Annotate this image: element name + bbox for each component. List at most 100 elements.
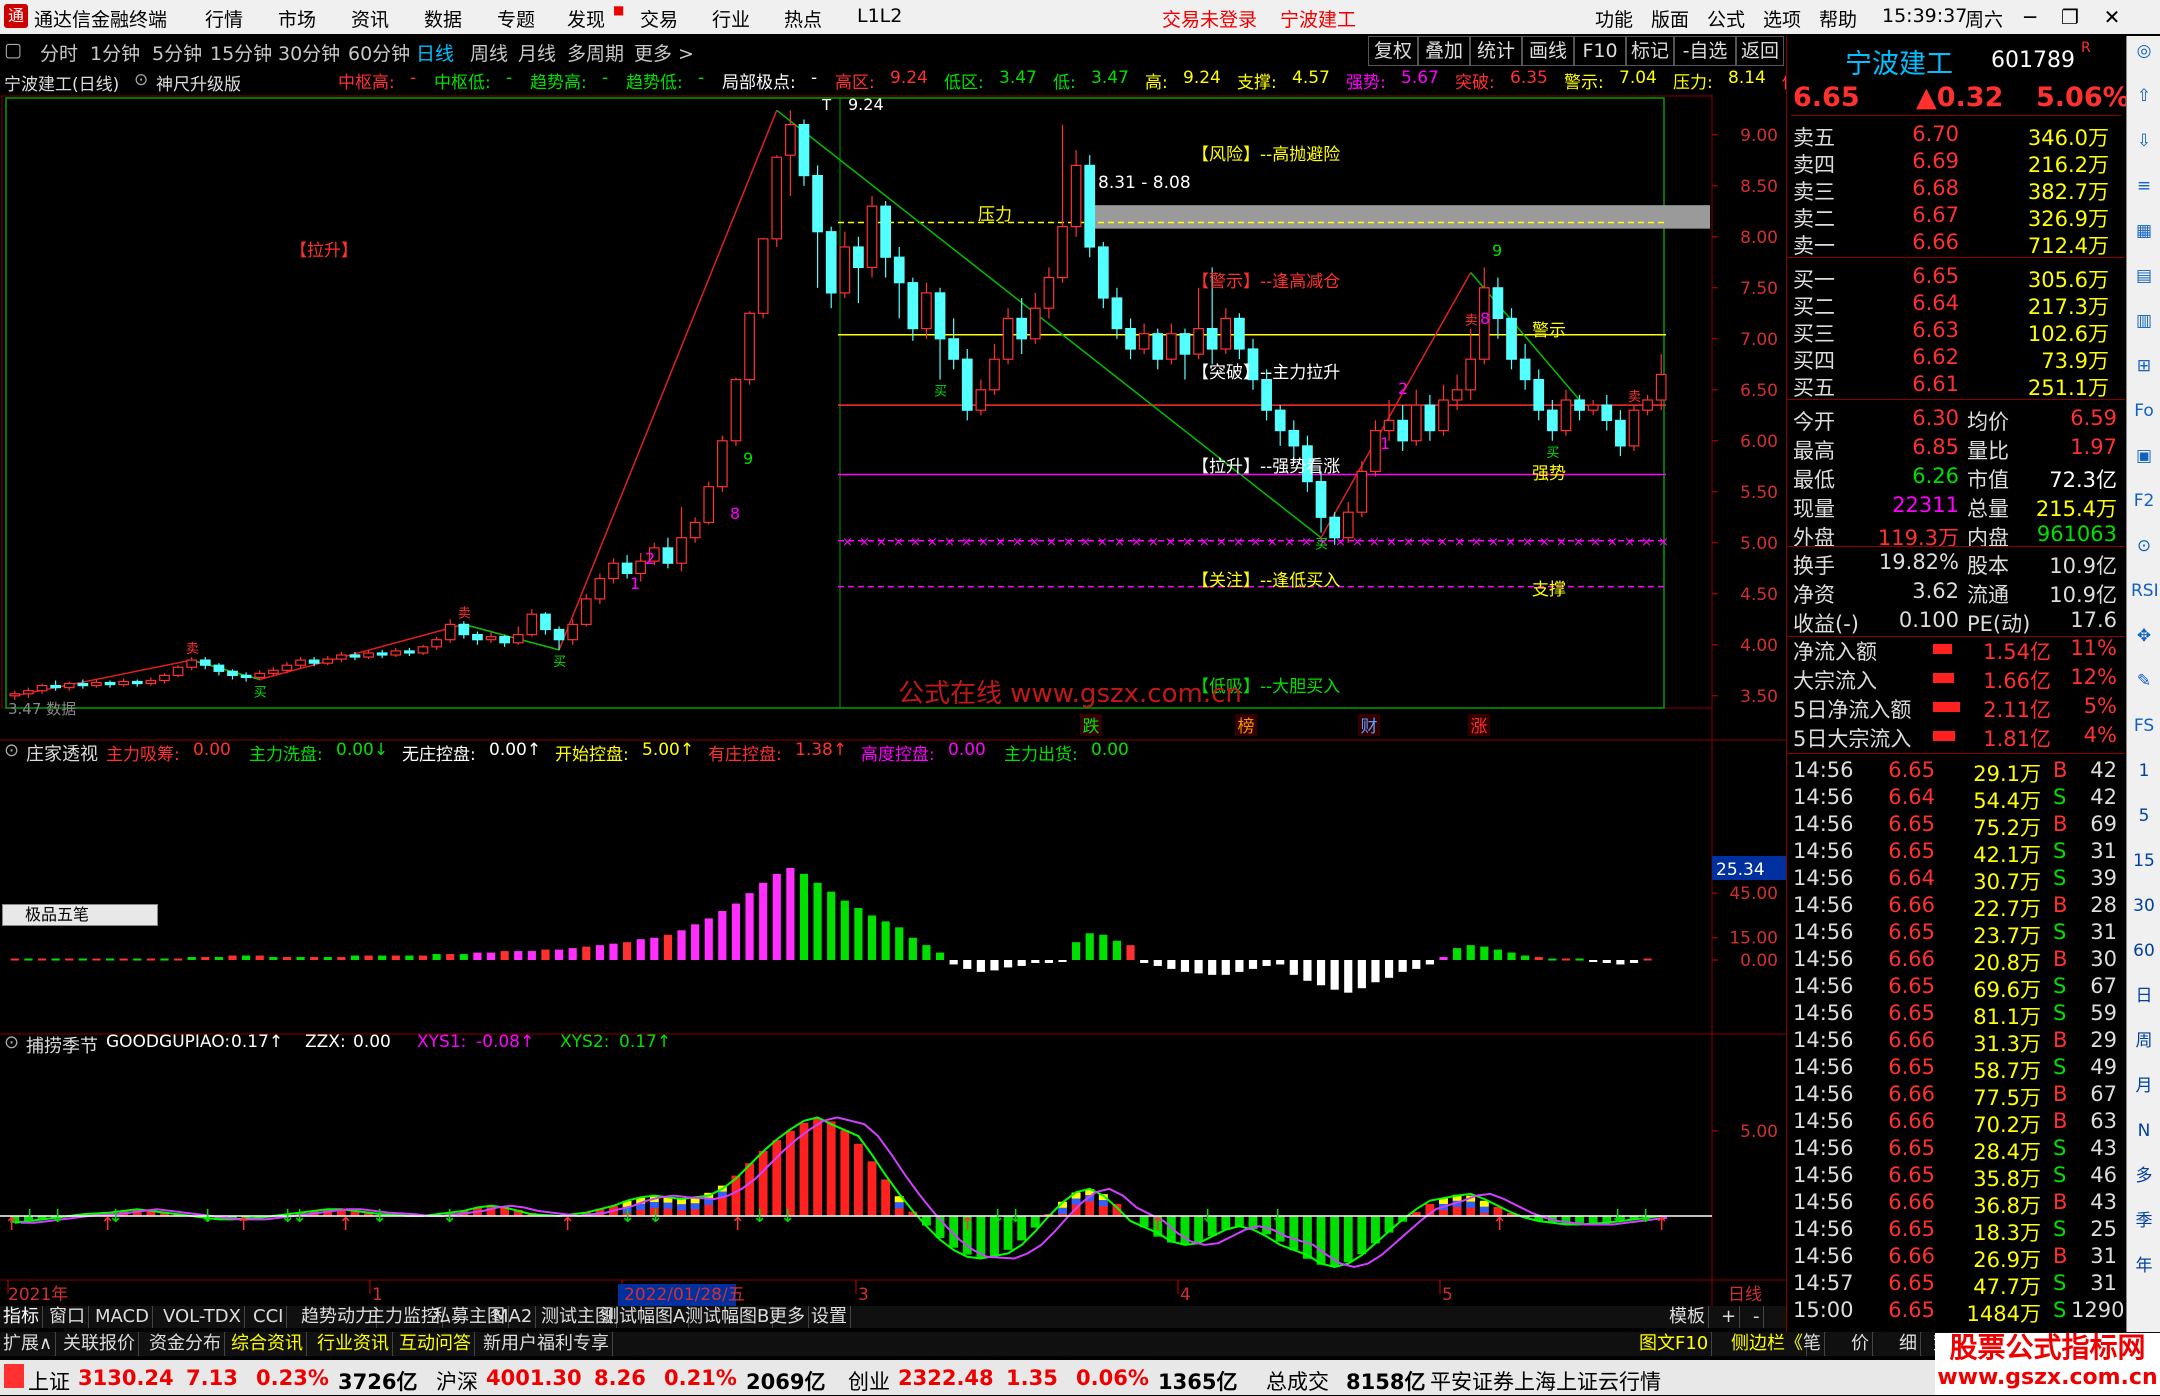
extension-tab[interactable]: 关联报价 [60, 1332, 139, 1356]
toolstrip-icon[interactable]: F2 [2131, 488, 2157, 514]
toolstrip-icon[interactable]: 日 [2131, 983, 2157, 1009]
indicator-tab[interactable]: 测试幅图B [682, 1306, 774, 1328]
toolstrip-icon[interactable]: ≡ [2131, 173, 2157, 199]
sub1-settings-icon[interactable]: ⊙ [4, 740, 19, 761]
menu-quotes[interactable]: 行情 [205, 5, 243, 32]
extension-tab[interactable]: 新用户福利专享 [480, 1332, 613, 1356]
indicator-tab[interactable]: CCI [250, 1306, 288, 1328]
menu-discover[interactable]: 发现 [567, 5, 605, 32]
indicator-tab[interactable]: 窗口 [46, 1306, 89, 1328]
template-control[interactable]: + [1718, 1306, 1741, 1328]
indicator-tab[interactable]: 设置 [808, 1306, 851, 1328]
toolstrip-icon[interactable]: 月 [2131, 1073, 2157, 1099]
toolstrip-icon[interactable]: 年 [2131, 1253, 2157, 1279]
tab-period-weekly[interactable]: 周线 [470, 39, 508, 66]
menu-help[interactable]: 帮助 [1819, 5, 1857, 32]
tab-period-intraday[interactable]: 分时 [40, 39, 78, 66]
menu-topics[interactable]: 专题 [497, 5, 535, 32]
toolstrip-icon[interactable]: ⇧ [2131, 83, 2157, 109]
menu-data[interactable]: 数据 [424, 5, 462, 32]
toolstrip-icon[interactable]: ⇩ [2131, 128, 2157, 154]
toolstrip-icon[interactable]: 60 [2131, 938, 2157, 964]
minimize-icon[interactable]: ─ [2010, 2, 2050, 32]
menu-hot[interactable]: 热点 [784, 5, 822, 32]
toolstrip-icon[interactable]: ✥ [2131, 623, 2157, 649]
tab-period-multi[interactable]: 多周期 [567, 39, 624, 66]
back-button[interactable]: 返回 [1736, 36, 1784, 66]
toolstrip-icon[interactable]: RSI [2131, 578, 2159, 604]
toolstrip-icon[interactable]: 季 [2131, 1208, 2157, 1234]
extension-tab[interactable]: 互动问答 [396, 1332, 475, 1356]
stats-button[interactable]: 统计 [1470, 36, 1522, 66]
tab-period-5min[interactable]: 5分钟 [152, 39, 202, 66]
toolstrip-icon[interactable]: ◎ [2131, 38, 2157, 64]
overlay-button[interactable]: 叠加 [1418, 36, 1470, 66]
toolstrip-icon[interactable]: ✎ [2131, 668, 2157, 694]
side-tab[interactable]: 笔 [1800, 1332, 1825, 1356]
indicator-tab[interactable]: MA2 [490, 1306, 537, 1328]
toolstrip-icon[interactable]: 周 [2131, 1028, 2157, 1054]
sub2-title[interactable]: 捕捞季节 [26, 1032, 98, 1058]
toolstrip-icon[interactable]: 1 [2131, 758, 2157, 784]
toolstrip-icon[interactable]: ▦ [2131, 218, 2157, 244]
restore-icon[interactable]: ❐ [2050, 2, 2090, 32]
formula-dropdown-icon[interactable]: ⊙ [134, 70, 148, 90]
toolstrip-icon[interactable]: ▤ [2131, 263, 2157, 289]
extension-tab[interactable]: 扩展∧ [0, 1332, 57, 1356]
menu-layout[interactable]: 版面 [1651, 5, 1689, 32]
menu-l1l2[interactable]: L1L2 [857, 5, 902, 27]
tab-period-15min[interactable]: 15分钟 [210, 39, 272, 66]
extension-tab[interactable]: 资金分布 [146, 1332, 225, 1356]
menu-function[interactable]: 功能 [1595, 5, 1633, 32]
indicator-tab[interactable]: VOL-TDX [160, 1306, 245, 1328]
side-tab[interactable]: 细 [1896, 1332, 1921, 1356]
toolstrip-icon[interactable]: 多 [2131, 1163, 2157, 1189]
extension-tab[interactable]: 行业资讯 [314, 1332, 393, 1356]
menu-news[interactable]: 资讯 [351, 5, 389, 32]
side-tab[interactable]: 价 [1848, 1332, 1873, 1356]
close-icon[interactable]: ✕ [2092, 2, 2132, 32]
toolstrip-icon[interactable]: ▣ [2131, 443, 2157, 469]
chart-settings-icon[interactable]: ▢ [4, 39, 22, 61]
fuquan-button[interactable]: 复权 [1368, 36, 1418, 66]
sub2-settings-icon[interactable]: ⊙ [4, 1032, 19, 1053]
menu-options[interactable]: 选项 [1763, 5, 1801, 32]
toolstrip-icon[interactable]: Fo [2131, 398, 2157, 424]
side-tab[interactable]: 侧边栏《 [1728, 1332, 1807, 1356]
toolstrip-icon[interactable]: N [2131, 1118, 2157, 1144]
index-name[interactable]: 创业 [848, 1366, 890, 1396]
toolstrip-icon[interactable]: FS [2131, 713, 2157, 739]
template-control[interactable]: 模板 [1666, 1306, 1709, 1328]
indicator-tab[interactable]: MACD [92, 1306, 153, 1328]
sub1-title[interactable]: 庄家透视 [26, 740, 98, 766]
menu-market[interactable]: 市场 [278, 5, 316, 32]
template-control[interactable]: - [1750, 1306, 1764, 1328]
f10-button[interactable]: F10 [1574, 36, 1626, 66]
toolstrip-icon[interactable]: 5 [2131, 803, 2157, 829]
toolstrip-icon[interactable]: ⊞ [2131, 353, 2157, 379]
mark-button[interactable]: 标记 [1626, 36, 1674, 66]
index-name[interactable]: 上证 [28, 1366, 70, 1396]
remove-favorite-button[interactable]: -自选 [1674, 36, 1736, 66]
indicator-tab[interactable]: 测试幅图A [598, 1306, 690, 1328]
indicator-tab[interactable]: 更多 [766, 1306, 809, 1328]
extension-tab[interactable]: 综合资讯 [228, 1332, 307, 1356]
tab-period-1min[interactable]: 1分钟 [90, 39, 140, 66]
toolstrip-icon[interactable]: ▥ [2131, 308, 2157, 334]
login-status[interactable]: 交易未登录 [1162, 5, 1257, 32]
ime-toolbar[interactable]: 极品五笔 [2, 904, 158, 926]
tab-period-daily[interactable]: 日线 [416, 39, 454, 66]
tab-period-60min[interactable]: 60分钟 [348, 39, 410, 66]
tab-period-more[interactable]: 更多 > [634, 39, 694, 66]
toolstrip-icon[interactable]: 30 [2131, 893, 2157, 919]
menu-trade[interactable]: 交易 [640, 5, 678, 32]
toolstrip-icon[interactable]: ⊙ [2131, 533, 2157, 559]
draw-line-button[interactable]: 画线 [1522, 36, 1574, 66]
indicator-tab[interactable]: 指标 [0, 1306, 43, 1328]
tab-period-30min[interactable]: 30分钟 [278, 39, 340, 66]
side-tab[interactable]: 图文F10 [1636, 1332, 1713, 1356]
menu-industry[interactable]: 行业 [712, 5, 750, 32]
toolstrip-icon[interactable]: 15 [2131, 848, 2157, 874]
chart-area[interactable]: × × × × × × × × × × × × × × × × × × × × × × × × × × × × × × × × × × × × × × × ×… [0, 94, 1786, 1306]
menu-formula[interactable]: 公式 [1707, 5, 1745, 32]
